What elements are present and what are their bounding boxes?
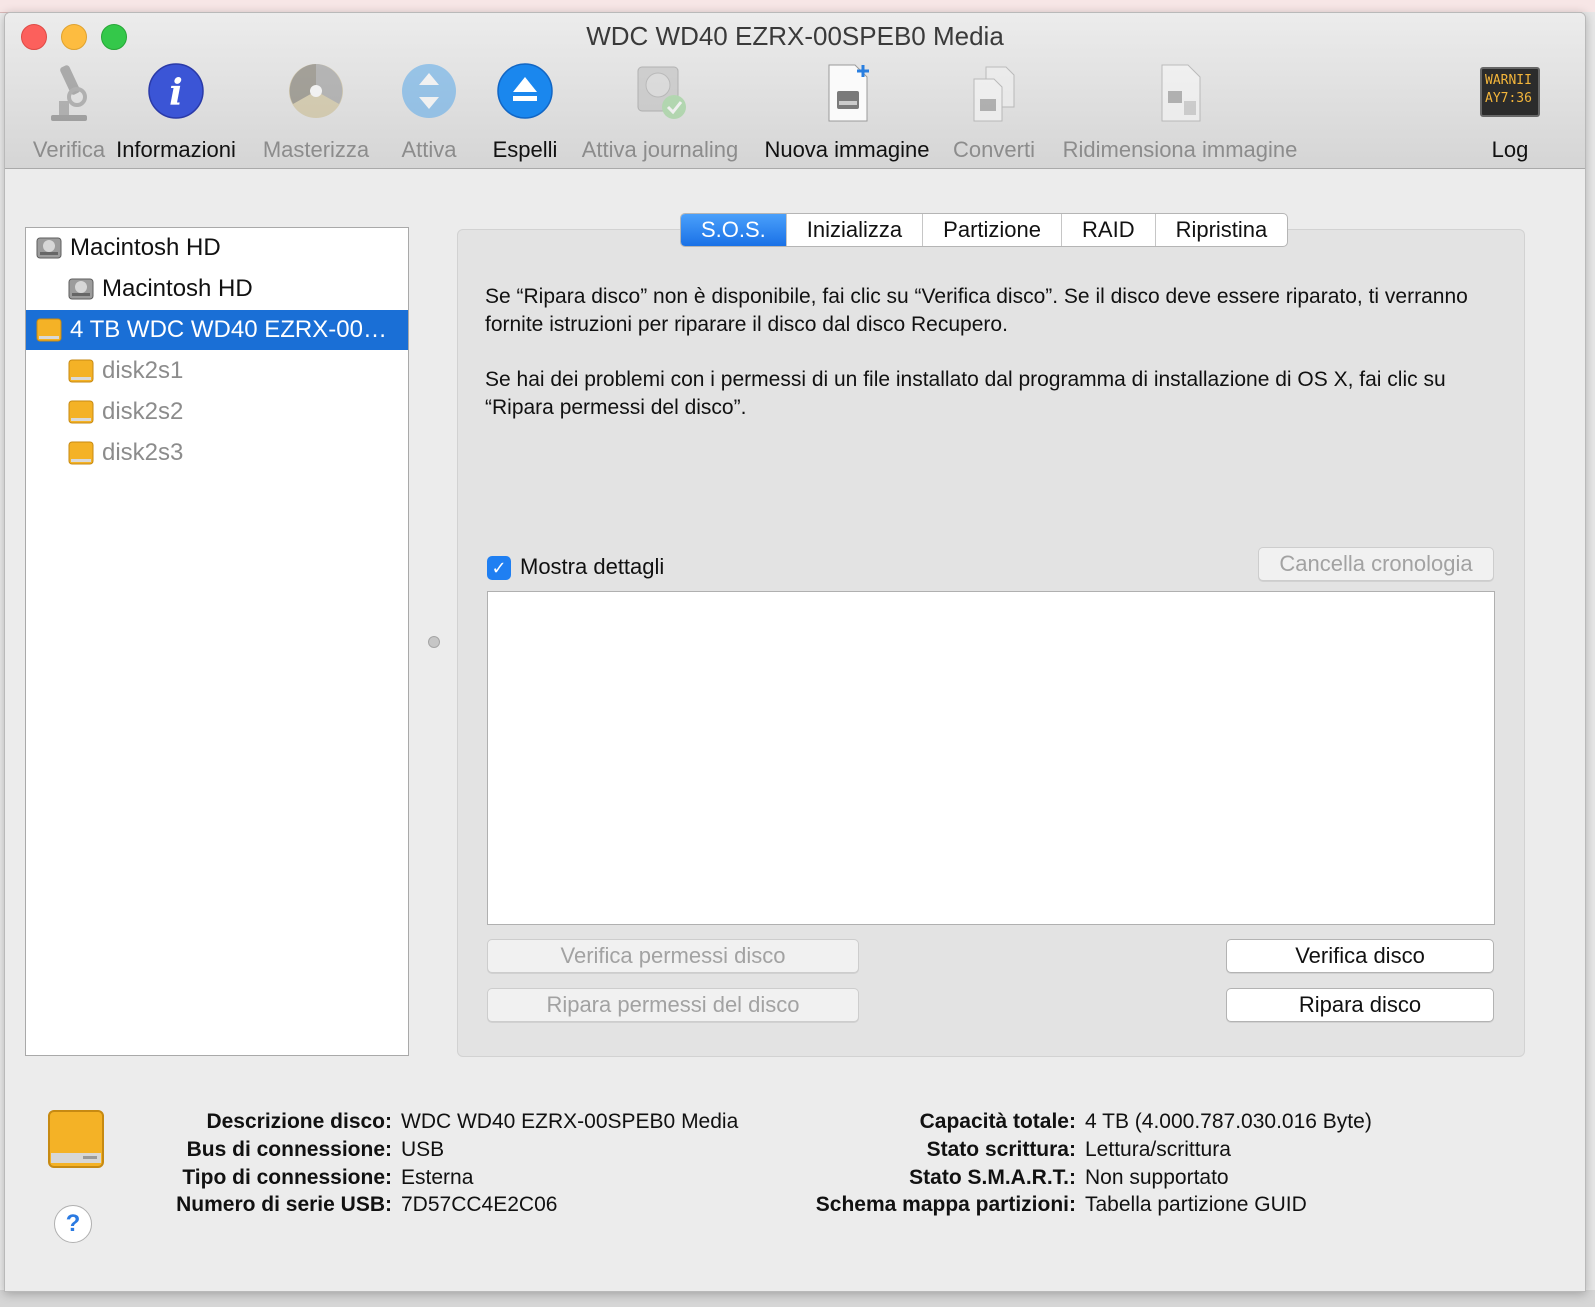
nuova-immagine-button[interactable]: Nuova immagine bbox=[761, 61, 933, 162]
toolbar: WDC WD40 EZRX-00SPEB0 Media Verifica i I… bbox=[5, 13, 1585, 169]
sidebar-item-4tb-wdc[interactable]: 4 TB WDC WD40 EZRX-00… bbox=[26, 310, 408, 350]
resize-image-icon bbox=[1161, 64, 1201, 122]
tipo-connessione-label: Tipo di connessione: bbox=[182, 1166, 392, 1189]
descrizione-disco-label: Descrizione disco: bbox=[206, 1110, 392, 1133]
details-log-area[interactable] bbox=[487, 591, 1495, 925]
microscope-icon bbox=[51, 65, 87, 121]
sidebar-item-disk2s1[interactable]: disk2s1 bbox=[26, 351, 408, 391]
masterizza-label: Masterizza bbox=[262, 137, 370, 162]
informazioni-button[interactable]: i Informazioni bbox=[111, 61, 241, 162]
verify-disk-button[interactable]: Verifica disco bbox=[1226, 939, 1494, 973]
disk-utility-window: WDC WD40 EZRX-00SPEB0 Media Verifica i I… bbox=[4, 12, 1586, 1292]
stato-smart-label: Stato S.M.A.R.T.: bbox=[909, 1166, 1076, 1189]
verifica-label: Verifica bbox=[32, 137, 106, 162]
internal-volume-icon bbox=[68, 278, 94, 300]
espelli-label: Espelli bbox=[492, 137, 558, 162]
schema-partizioni-label: Schema mappa partizioni: bbox=[815, 1193, 1076, 1216]
tab-bar: S.O.S. Inizializza Partizione RAID Ripri… bbox=[680, 213, 1289, 247]
verify-permissions-button[interactable]: Verifica permessi disco bbox=[487, 939, 859, 973]
sidebar-item-label: disk2s3 bbox=[102, 439, 184, 466]
tab-inizializza[interactable]: Inizializza bbox=[787, 214, 924, 246]
attiva-journaling-button[interactable]: Attiva journaling bbox=[575, 61, 745, 162]
bus-connessione-label: Bus di connessione: bbox=[186, 1138, 392, 1161]
internal-disk-icon bbox=[36, 237, 62, 259]
tab-partizione[interactable]: Partizione bbox=[923, 214, 1063, 246]
bus-connessione-value: USB bbox=[401, 1138, 445, 1161]
repair-permissions-button[interactable]: Ripara permessi del disco bbox=[487, 988, 859, 1022]
capacita-totale-label: Capacità totale: bbox=[919, 1110, 1076, 1133]
nuova-immagine-label: Nuova immagine bbox=[764, 137, 930, 162]
show-details-checkbox[interactable]: ✓ bbox=[487, 556, 511, 580]
convert-image-icon bbox=[973, 66, 1015, 122]
external-disk-icon bbox=[36, 318, 62, 342]
attiva-journaling-label: Attiva journaling bbox=[581, 137, 739, 162]
eject-icon bbox=[497, 63, 553, 119]
sidebar-item-label: disk2s1 bbox=[102, 357, 184, 384]
numero-serie-value: 7D57CC4E2C06 bbox=[401, 1193, 558, 1216]
tipo-connessione-value: Esterna bbox=[401, 1166, 474, 1189]
repair-disk-button[interactable]: Ripara disco bbox=[1226, 988, 1494, 1022]
journaling-disk-icon bbox=[637, 66, 686, 119]
converti-label: Converti bbox=[953, 137, 1035, 162]
mount-icon bbox=[402, 64, 456, 118]
stato-scrittura-value: Lettura/scrittura bbox=[1085, 1138, 1231, 1161]
console-log-line-1: WARNII bbox=[1485, 73, 1532, 88]
tab-ripristina[interactable]: Ripristina bbox=[1156, 214, 1288, 246]
clear-history-button[interactable]: Cancella cronologia bbox=[1258, 547, 1494, 581]
new-image-icon bbox=[828, 64, 869, 122]
sidebar-item-label: disk2s2 bbox=[102, 398, 184, 425]
log-label: Log bbox=[1491, 137, 1529, 162]
converti-button[interactable]: Converti bbox=[949, 61, 1039, 162]
sos-description-1: Se “Ripara disco” non è disponibile, fai… bbox=[485, 285, 1468, 336]
console-log-icon: WARNII AY7:36 bbox=[1480, 67, 1540, 117]
console-log-line-2: AY7:36 bbox=[1485, 91, 1532, 106]
ridimensiona-immagine-button[interactable]: Ridimensiona immagine bbox=[1055, 61, 1305, 162]
sidebar-item-label: Macintosh HD bbox=[70, 234, 221, 261]
espelli-button[interactable]: Espelli bbox=[481, 61, 569, 162]
burn-icon bbox=[289, 64, 343, 118]
help-button[interactable]: ? bbox=[54, 1205, 92, 1243]
attiva-button[interactable]: Attiva bbox=[385, 61, 473, 162]
sidebar-item-macintosh-hd-volume[interactable]: Macintosh HD bbox=[26, 269, 408, 309]
sidebar-item-disk2s2[interactable]: disk2s2 bbox=[26, 392, 408, 432]
info-icon: i bbox=[148, 63, 204, 119]
window-title: WDC WD40 EZRX-00SPEB0 Media bbox=[586, 21, 1004, 51]
attiva-label: Attiva bbox=[401, 137, 457, 162]
sidebar-item-disk2s3[interactable]: disk2s3 bbox=[26, 433, 408, 473]
numero-serie-label: Numero di serie USB: bbox=[176, 1193, 392, 1216]
sidebar-item-label: 4 TB WDC WD40 EZRX-00… bbox=[70, 316, 387, 343]
sidebar-item-macintosh-hd-disk[interactable]: Macintosh HD bbox=[26, 228, 408, 268]
schema-partizioni-value: Tabella partizione GUID bbox=[1085, 1193, 1307, 1216]
svg-text:i: i bbox=[169, 72, 183, 114]
descrizione-disco-value: WDC WD40 EZRX-00SPEB0 Media bbox=[401, 1110, 739, 1133]
sos-description-2: Se hai dei problemi con i permessi di un… bbox=[485, 368, 1446, 419]
capacita-totale-value: 4 TB (4.000.787.030.016 Byte) bbox=[1085, 1110, 1372, 1133]
sidebar-item-label: Macintosh HD bbox=[102, 275, 253, 302]
show-details-label[interactable]: Mostra dettagli bbox=[520, 554, 664, 580]
ridimensiona-immagine-label: Ridimensiona immagine bbox=[1062, 137, 1298, 162]
stato-smart-value: Non supportato bbox=[1085, 1166, 1229, 1189]
split-view-divider-handle[interactable] bbox=[428, 636, 440, 648]
log-button[interactable]: WARNII AY7:36 Log bbox=[1475, 61, 1545, 162]
stato-scrittura-label: Stato scrittura: bbox=[926, 1138, 1076, 1161]
tab-sos[interactable]: S.O.S. bbox=[681, 214, 787, 246]
external-volume-icon bbox=[68, 400, 94, 424]
masterizza-button[interactable]: Masterizza bbox=[257, 61, 375, 162]
desktop-background-bottom bbox=[0, 1290, 1595, 1307]
informazioni-label: Informazioni bbox=[116, 137, 236, 162]
external-volume-icon bbox=[68, 359, 94, 383]
verifica-button[interactable]: Verifica bbox=[19, 61, 119, 162]
disk-list-sidebar: Macintosh HD Macintosh HD 4 TB WDC WD40 … bbox=[25, 227, 409, 1056]
tab-raid[interactable]: RAID bbox=[1062, 214, 1156, 246]
external-volume-icon bbox=[68, 441, 94, 465]
